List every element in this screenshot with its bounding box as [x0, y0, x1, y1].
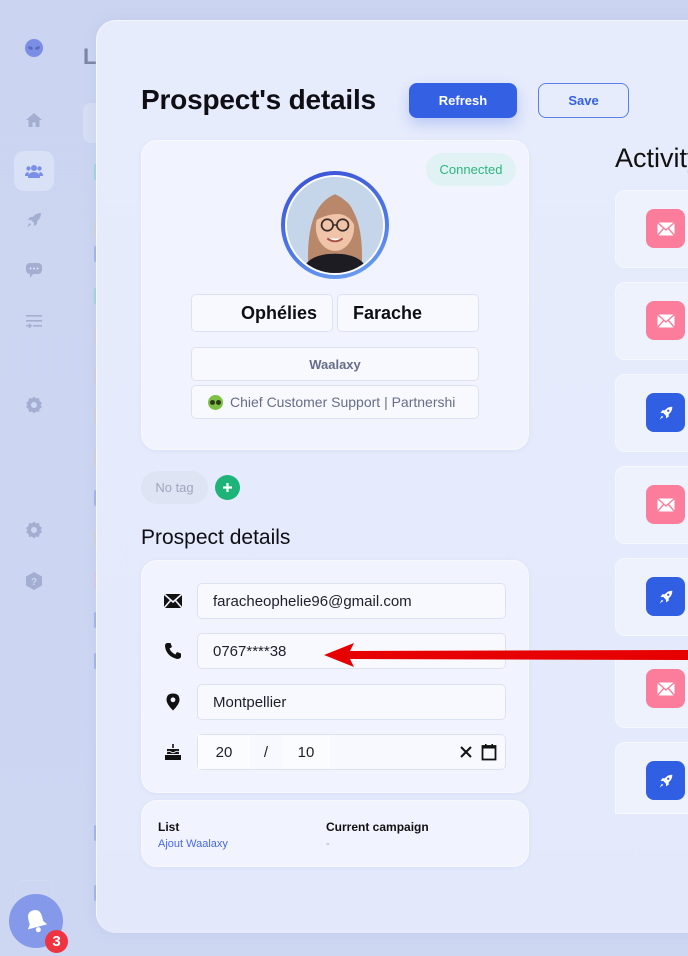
location-field[interactable]: Montpellier	[197, 684, 506, 720]
activity-mail-badge	[646, 209, 685, 248]
avatar	[281, 171, 389, 279]
current-campaign-value: -	[326, 838, 330, 850]
company-input[interactable]: Waalaxy	[191, 347, 479, 381]
envelope-icon	[656, 681, 675, 696]
sidebar-item-settings[interactable]	[14, 510, 54, 550]
plus-icon	[223, 483, 232, 492]
clear-date-icon[interactable]	[459, 745, 473, 759]
list-link[interactable]: Ajout Waalaxy	[158, 838, 228, 850]
calendar-icon[interactable]	[481, 743, 497, 761]
notification-count-badge: 3	[45, 930, 68, 953]
rocket-icon	[659, 774, 672, 787]
prospect-details-heading: Prospect details	[141, 526, 291, 549]
list-label: List	[158, 820, 180, 834]
gear-icon	[26, 521, 42, 539]
envelope-icon	[656, 221, 675, 236]
activity-campaign-badge	[646, 393, 685, 432]
profile-photo	[287, 177, 383, 273]
chat-icon	[26, 263, 42, 278]
sidebar-item-settings-top[interactable]	[14, 385, 54, 425]
birthday-month-input[interactable]: 10	[282, 735, 330, 769]
job-title-text: Chief Customer Support | Partnershi	[230, 394, 456, 410]
job-title-input[interactable]: Chief Customer Support | Partnershi	[191, 385, 479, 419]
activity-mail-badge	[646, 485, 685, 524]
svg-text:?: ?	[31, 577, 37, 588]
rocket-icon	[659, 406, 672, 419]
help-icon: ?	[26, 572, 42, 590]
connection-status-badge: Connected	[426, 153, 516, 186]
sidebar-item-campaigns[interactable]	[14, 200, 54, 240]
home-icon	[26, 113, 42, 127]
location-pin-icon	[162, 691, 184, 713]
envelope-icon	[656, 497, 675, 512]
bell-icon	[27, 910, 48, 933]
refresh-button[interactable]: Refresh	[409, 83, 517, 118]
rocket-icon	[27, 213, 41, 227]
sidebar-item-filters[interactable]	[14, 301, 54, 341]
users-icon	[25, 165, 43, 178]
activity-heading: Activity	[615, 143, 688, 173]
phone-icon	[162, 640, 184, 662]
envelope-icon	[656, 313, 675, 328]
first-name-input[interactable]: Ophélies	[191, 294, 333, 332]
sidebar: ?	[0, 0, 68, 956]
sidebar-item-home[interactable]	[14, 100, 54, 140]
current-campaign-label: Current campaign	[326, 820, 429, 834]
last-name-input[interactable]: Farache	[337, 294, 479, 332]
sidebar-item-help[interactable]: ?	[14, 561, 54, 601]
filter-list-icon	[26, 315, 42, 329]
sidebar-item-inbox[interactable]	[14, 250, 54, 290]
alien-emoji-icon	[208, 394, 223, 410]
sidebar-logo[interactable]	[14, 28, 54, 68]
sidebar-item-prospects[interactable]	[14, 151, 54, 191]
email-field[interactable]: faracheophelie96@gmail.com	[197, 583, 506, 619]
activity-campaign-badge	[646, 761, 685, 800]
birthday-cake-icon	[162, 741, 184, 763]
gear-icon	[26, 396, 42, 414]
background-heading: L	[83, 44, 97, 69]
birthday-field[interactable]: 20 / 10	[197, 734, 506, 770]
rocket-icon	[659, 590, 672, 603]
alien-logo-icon	[25, 39, 43, 57]
no-tag-label: No tag	[141, 471, 208, 504]
save-button[interactable]: Save	[538, 83, 629, 118]
activity-mail-badge	[646, 301, 685, 340]
birthday-separator: /	[263, 743, 269, 761]
add-tag-button[interactable]	[215, 475, 240, 500]
activity-campaign-badge	[646, 577, 685, 616]
birthday-day-input[interactable]: 20	[198, 735, 250, 769]
envelope-icon	[162, 590, 184, 612]
activity-mail-badge	[646, 669, 685, 708]
page-title: Prospect's details	[141, 84, 376, 115]
phone-field[interactable]: 0767****38	[197, 633, 506, 669]
